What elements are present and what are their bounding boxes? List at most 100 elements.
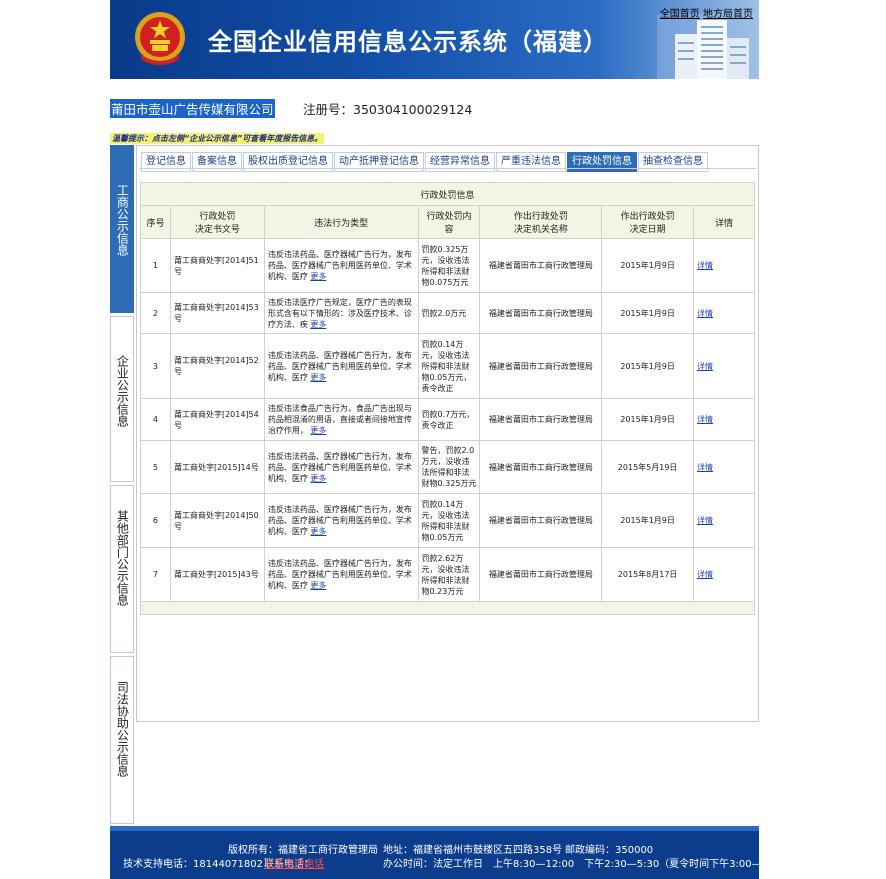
col-header-detail: 详情 bbox=[693, 205, 755, 239]
tab-serious-violation[interactable]: 严重违法信息 bbox=[496, 152, 566, 172]
reg-label: 注册号： bbox=[303, 102, 354, 117]
site-title: 全国企业信用信息公示系统（福建） bbox=[208, 28, 608, 56]
cell-no: 6 bbox=[140, 493, 171, 548]
more-link[interactable]: 更多 bbox=[310, 272, 326, 281]
cell-content: 罚款0.7万元，责令改正 bbox=[417, 398, 481, 441]
cell-date: 2015年1月9日 bbox=[601, 493, 695, 548]
col-header-org: 作出行政处罚 决定机关名称 bbox=[479, 205, 603, 239]
top-links: 全国首页 地方局首页 bbox=[660, 5, 753, 20]
table-footer-row bbox=[140, 601, 755, 615]
cell-no: 5 bbox=[140, 440, 171, 494]
col-header-content: 行政处罚内 容 bbox=[417, 205, 481, 239]
side-tab-judicial-info[interactable]: 司法协助公示信息 bbox=[110, 656, 134, 824]
cell-date: 2015年5月19日 bbox=[601, 440, 695, 494]
table-footer-cell bbox=[140, 601, 755, 615]
footer-postcode: 邮政编码：350000 bbox=[565, 845, 654, 856]
cell-doc: 莆工商商处字[2014]52号 bbox=[169, 333, 265, 399]
detail-link[interactable]: 详情 bbox=[697, 463, 713, 472]
penalty-table: 行政处罚信息 序号 行政处罚 决定书文号 违法行为类型 行政处罚内 容 作出行政… bbox=[140, 182, 755, 615]
violation-type-text: 违反违法药品、医疗器械广告行为，发布药品、医疗器械广告利用医药单位、学术机构、医… bbox=[267, 505, 412, 536]
col-header-type: 违法行为类型 bbox=[263, 205, 419, 239]
cell-type: 违反违法药品、医疗器械广告行为，发布药品、医疗器械广告利用医药单位、学术机构、医… bbox=[263, 238, 419, 293]
cell-org: 福建省莆田市工商行政管理局 bbox=[479, 440, 603, 494]
cell-content: 罚款0.14万元，没收违法所得和非法财物0.05万元，责令改正 bbox=[417, 333, 481, 399]
col-header-no: 序号 bbox=[140, 205, 171, 239]
cell-no: 4 bbox=[140, 398, 171, 441]
cell-content: 罚款2.62万元，没收违法所得和非法财物0.23万元 bbox=[417, 547, 481, 602]
detail-link[interactable]: 详情 bbox=[697, 261, 713, 270]
national-home-link[interactable]: 全国首页 bbox=[660, 9, 700, 20]
footer-tech-phone: 技术支持电话：18144071802 bbox=[123, 859, 263, 870]
cell-doc: 莆工商商处字[2014]53号 bbox=[169, 292, 265, 334]
cell-content: 罚款2.0万元 bbox=[417, 292, 481, 334]
cell-date: 2015年8月17日 bbox=[601, 547, 695, 602]
tab-equity-pledge[interactable]: 股权出质登记信息 bbox=[243, 152, 333, 172]
cell-doc: 莆工商处字[2015]14号 bbox=[169, 440, 265, 494]
business-hotline-link[interactable]: 业务咨询电话 bbox=[264, 855, 324, 870]
side-tab-label: 企业公示信息 bbox=[115, 355, 130, 427]
cell-date: 2015年1月9日 bbox=[601, 333, 695, 399]
col-header-doc: 行政处罚 决定书文号 bbox=[169, 205, 265, 239]
footer-hours: 办公时间：法定工作日 上午8:30—12:00 下午2:30—5:30（夏令时间… bbox=[383, 859, 795, 870]
main-content: 登记信息 备案信息 股权出质登记信息 动产抵押登记信息 经营异常信息 严重违法信息 行政处罚… bbox=[136, 145, 759, 722]
company-info: 莆田市壶山广告传媒有限公司 注册号：350304100029124 bbox=[110, 99, 759, 118]
tab-administrative-penalty[interactable]: 行政处罚信息 bbox=[567, 152, 637, 172]
violation-type-text: 违反违法医疗广告规定，医疗广告的表现形式含有以下情形的：涉及医疗技术、诊疗方法、… bbox=[267, 297, 412, 329]
more-link[interactable]: 更多 bbox=[310, 474, 326, 483]
cell-date: 2015年1月9日 bbox=[601, 398, 695, 441]
tab-spot-check[interactable]: 抽查检查信息 bbox=[638, 152, 708, 172]
more-link[interactable]: 更多 bbox=[310, 320, 326, 329]
cell-no: 1 bbox=[140, 238, 171, 293]
violation-type-text: 违反违法药品、医疗器械广告行为，发布药品、医疗器械广告利用医药单位、学术机构、医… bbox=[267, 451, 412, 483]
detail-link[interactable]: 详情 bbox=[697, 309, 713, 318]
cell-detail: 详情 bbox=[693, 440, 755, 494]
col-header-date: 作出行政处罚 决定日期 bbox=[601, 205, 695, 239]
table-row: 2 莆工商商处字[2014]53号 违反违法医疗广告规定，医疗广告的表现形式含有以下… bbox=[140, 292, 755, 334]
detail-link[interactable]: 详情 bbox=[697, 362, 713, 371]
side-tab-other-dept-info[interactable]: 其他部门公示信息 bbox=[110, 485, 134, 653]
site-footer: 版权所有：福建省工商行政管理局 地址：福建省福州市鼓楼区五四路358号 邮政编码… bbox=[110, 826, 794, 879]
cell-date: 2015年1月9日 bbox=[601, 292, 695, 334]
company-name: 莆田市壶山广告传媒有限公司 bbox=[110, 99, 275, 118]
table-row: 6 莆工商商处字[2014]50号 违反违法药品、医疗器械广告行为，发布药品、医疗器… bbox=[140, 493, 755, 548]
tip-text: 温馨提示：点击左侧“企业公示信息”可查看年度报告信息。 bbox=[110, 133, 325, 144]
detail-link[interactable]: 详情 bbox=[697, 570, 713, 579]
tab-chattel-mortgage[interactable]: 动产抵押登记信息 bbox=[334, 152, 424, 172]
cell-detail: 详情 bbox=[693, 292, 755, 334]
more-link[interactable]: 更多 bbox=[310, 581, 326, 590]
tab-abnormal-operation[interactable]: 经营异常信息 bbox=[425, 152, 495, 172]
table-header-row: 序号 行政处罚 决定书文号 违法行为类型 行政处罚内 容 作出行政处罚 决定机关… bbox=[140, 205, 755, 239]
building-image bbox=[657, 14, 757, 79]
violation-type-text: 违反违法药品、医疗器械广告行为，发布药品、医疗器械广告利用医药单位、学术机构、医… bbox=[267, 559, 412, 590]
tab-filing[interactable]: 备案信息 bbox=[192, 152, 242, 172]
cell-doc: 莆工商商处字[2014]50号 bbox=[169, 493, 265, 548]
cell-detail: 详情 bbox=[693, 547, 755, 602]
side-tab-label: 司法协助公示信息 bbox=[115, 681, 130, 777]
cell-detail: 详情 bbox=[693, 493, 755, 548]
cell-org: 福建省莆田市工商行政管理局 bbox=[479, 333, 603, 399]
table-row: 1 莆工商商处字[2014]51号 违反违法药品、医疗器械广告行为，发布药品、医疗器… bbox=[140, 238, 755, 293]
cell-doc: 莆工商处字[2015]43号 bbox=[169, 547, 265, 602]
more-link[interactable]: 更多 bbox=[310, 426, 326, 435]
cell-detail: 详情 bbox=[693, 238, 755, 293]
tab-registration[interactable]: 登记信息 bbox=[141, 152, 191, 172]
more-link[interactable]: 更多 bbox=[310, 373, 326, 382]
detail-link[interactable]: 详情 bbox=[697, 516, 713, 525]
cell-type: 违反违法食品广告行为，食品广告出现与药品相混淆的用语，直接或者间接地宣传治疗作用… bbox=[263, 398, 419, 441]
cell-detail: 详情 bbox=[693, 333, 755, 399]
cell-org: 福建省莆田市工商行政管理局 bbox=[479, 547, 603, 602]
cell-doc: 莆工商商处字[2014]51号 bbox=[169, 238, 265, 293]
cell-type: 违反违法药品、医疗器械广告行为，发布药品、医疗器械广告利用医药单位、学术机构、医… bbox=[263, 493, 419, 548]
side-tab-business-info[interactable]: 工商公示信息 bbox=[110, 145, 134, 313]
cell-org: 福建省莆田市工商行政管理局 bbox=[479, 493, 603, 548]
cell-type: 违反违法药品、医疗器械广告行为，发布药品、医疗器械广告利用医药单位、学术机构、医… bbox=[263, 333, 419, 399]
more-link[interactable]: 更多 bbox=[310, 527, 326, 536]
side-tab-enterprise-info[interactable]: 企业公示信息 bbox=[110, 316, 134, 482]
detail-link[interactable]: 详情 bbox=[697, 415, 713, 424]
local-home-link[interactable]: 地方局首页 bbox=[703, 9, 753, 20]
cell-org: 福建省莆田市工商行政管理局 bbox=[479, 398, 603, 441]
cell-type: 违反违法医疗广告规定，医疗广告的表现形式含有以下情形的：涉及医疗技术、诊疗方法、… bbox=[263, 292, 419, 334]
cell-content: 罚款0.325万元，没收违法所得和非法财物0.075万元 bbox=[417, 238, 481, 293]
cell-content: 罚款0.14万元，没收违法所得和非法财物0.05万元 bbox=[417, 493, 481, 548]
side-tab-label: 工商公示信息 bbox=[115, 184, 130, 256]
